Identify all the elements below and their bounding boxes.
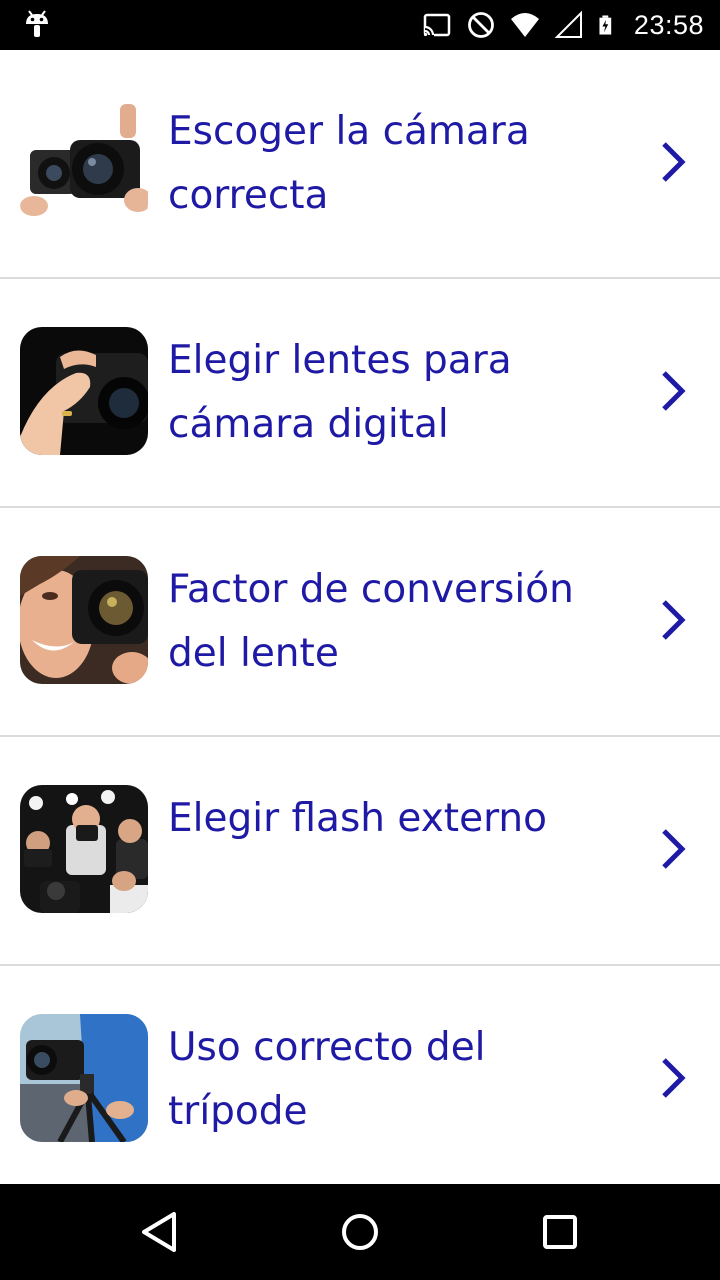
list-item[interactable]: Uso correcto del trípode (0, 966, 720, 1193)
hands-camera-thumbnail (20, 327, 148, 455)
chevron-right-icon (662, 1058, 686, 1098)
wifi-icon (510, 13, 539, 37)
status-bar: 23:58 (0, 0, 720, 50)
camera-lenses-thumbnail (20, 98, 148, 226)
item-title: Escoger la cámara correcta (168, 109, 530, 218)
clock-time: 23:58 (633, 9, 704, 40)
list-item[interactable]: Escoger la cámara correcta (0, 50, 720, 279)
home-button[interactable] (336, 1208, 384, 1256)
navigation-bar (0, 1184, 720, 1280)
chevron-right-icon (662, 142, 686, 182)
list-item[interactable]: Elegir flash externo (0, 737, 720, 966)
topics-list: Escoger la cámara correcta Elegir lentes… (0, 50, 720, 1193)
chevron-right-icon (662, 371, 686, 411)
list-item[interactable]: Elegir lentes para cámara digital (0, 279, 720, 508)
photographers-flash-thumbnail (20, 785, 148, 913)
item-title: Elegir lentes para cámara digital (168, 338, 512, 447)
recents-button[interactable] (536, 1208, 584, 1256)
item-title: Uso correcto del trípode (168, 1025, 486, 1134)
list-item[interactable]: Factor de conversión del lente (0, 508, 720, 737)
chevron-right-icon (662, 829, 686, 869)
tripod-thumbnail (20, 1014, 148, 1142)
android-debug-icon (26, 10, 48, 37)
do-not-disturb-icon (468, 12, 494, 38)
item-title: Factor de conversión del lente (168, 567, 574, 676)
back-icon (142, 1212, 176, 1252)
back-button[interactable] (136, 1208, 184, 1256)
woman-camera-thumbnail (20, 556, 148, 684)
chevron-right-icon (662, 600, 686, 640)
cast-icon (423, 13, 451, 37)
recents-icon (543, 1215, 577, 1249)
home-icon (342, 1214, 378, 1250)
battery-charging-icon (599, 15, 612, 35)
item-title: Elegir flash externo (168, 796, 547, 841)
signal-icon (554, 10, 582, 38)
